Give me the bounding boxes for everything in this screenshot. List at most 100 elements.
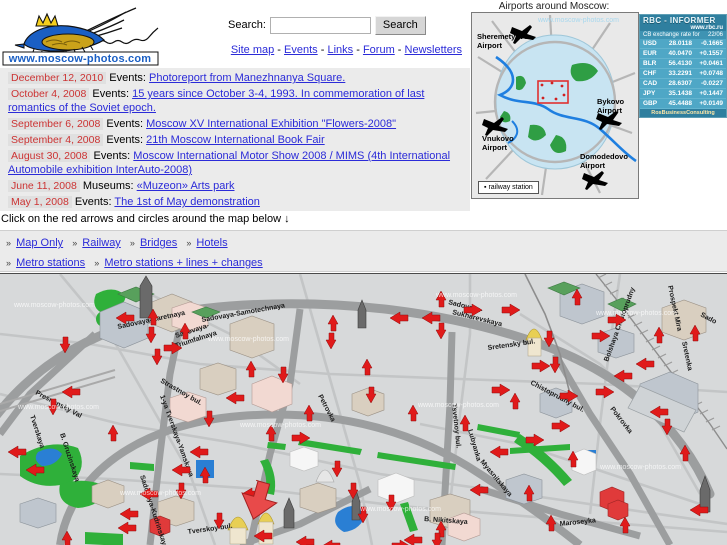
page-root: www.moscow-photos.com Search: Search Sit…: [0, 0, 727, 545]
news-item: August 30, 2008 Events: Moscow Internati…: [0, 148, 470, 178]
currency-change: -0.1665: [695, 39, 726, 49]
currency-code: CAD: [640, 78, 661, 89]
railway-station-legend: ▪ railway station: [478, 181, 539, 194]
news-item: June 11, 2008 Museums: «Muzeon» Arts par…: [0, 178, 470, 194]
map-link-bridges[interactable]: Bridges: [140, 237, 177, 249]
top-section: www.moscow-photos.com Search: Search Sit…: [0, 0, 727, 211]
currency-table: USD 28.0118 -0.1665 EUR 40.0470 +0.1557 …: [640, 39, 726, 109]
news-title-link[interactable]: Photoreport from Manezhnanya Square.: [149, 72, 345, 84]
nav-item-site-map[interactable]: Site map: [231, 44, 274, 56]
nav-item-forum[interactable]: Forum: [363, 44, 395, 56]
news-title-link[interactable]: «Muzeon» Arts park: [137, 180, 235, 192]
rbc-footer: RosBusinessConsulting: [640, 109, 726, 117]
news-date: August 30, 2008: [8, 150, 91, 162]
moscow-center-map-graphic: Gruzinsky Val Presnensky Val B. Gruzinsk…: [0, 274, 727, 545]
bullet-icon: »: [72, 238, 78, 248]
rbc-rate-label: CB exchange rate for: [643, 32, 700, 38]
news-item: December 12, 2010 Events: Photoreport fr…: [0, 70, 470, 86]
table-row: GBP 45.4488 +0.0149: [640, 98, 726, 109]
table-row: BLR 56.4130 +0.0461: [640, 58, 726, 69]
news-item: October 4, 2008 Events: 15 years since O…: [0, 86, 470, 116]
currency-change: -0.0227: [695, 78, 726, 89]
table-row: CHF 33.2291 +0.0748: [640, 68, 726, 79]
rbc-informer-widget[interactable]: RBC - INFORMER www.rbc.ru CB exchange ra…: [639, 14, 727, 118]
news-title-link[interactable]: 21th Moscow International Book Fair: [146, 134, 325, 146]
table-row: JPY 35.1438 +0.1447: [640, 88, 726, 99]
nav-item-events[interactable]: Events: [284, 44, 318, 56]
airport-label-bykovo: Bykovo Airport: [597, 97, 625, 115]
legend-square-icon: ▪: [484, 184, 487, 191]
search-button[interactable]: Search: [374, 15, 426, 35]
search-label: Search:: [228, 19, 266, 31]
news-date: December 12, 2010: [8, 72, 107, 84]
currency-change: +0.0461: [695, 58, 726, 69]
moscow-center-map[interactable]: Gruzinsky Val Presnensky Val B. Gruzinsk…: [0, 273, 727, 545]
news-date: September 6, 2008: [8, 118, 104, 130]
rbc-rate-header: CB exchange rate for 22/06: [640, 31, 726, 39]
top-nav: Site map - Events - Links - Forum - News…: [0, 44, 466, 56]
bullet-icon: »: [6, 238, 12, 248]
map-links-row-1: » Map Only » Railway » Bridges » Hotels: [6, 237, 234, 249]
currency-value: 56.4130: [660, 58, 696, 69]
airport-label-vnukovo: Vnukovo Airport: [482, 134, 514, 152]
currency-value: 45.4488: [660, 98, 696, 109]
news-category: Events:: [92, 88, 130, 100]
currency-code: BLR: [640, 58, 661, 69]
search-area: Search: Search: [228, 14, 463, 36]
currency-change: +0.1447: [695, 88, 726, 99]
news-item: September 4, 2008 Events: 21th Moscow In…: [0, 132, 470, 148]
news-date: June 11, 2008: [8, 180, 80, 192]
search-input[interactable]: [269, 16, 371, 34]
table-row: USD 28.0118 -0.1665: [640, 39, 726, 49]
nav-separator: -: [356, 44, 360, 56]
airports-map-section: Airports around Moscow: www.moscow-photo…: [466, 0, 642, 200]
rbc-title: RBC - INFORMER: [643, 16, 716, 25]
table-row: CAD 28.6307 -0.0227: [640, 78, 726, 89]
nav-item-newsletters[interactable]: Newsletters: [405, 44, 462, 56]
nav-separator: -: [277, 44, 281, 56]
news-category: Events:: [93, 150, 131, 162]
news-item: September 6, 2008 Events: Moscow XV Inte…: [0, 116, 470, 132]
bullet-icon: »: [6, 258, 12, 268]
airport-label-sheremetyevo: Sheremetyevo Airport: [477, 32, 529, 50]
news-category: Events:: [74, 196, 112, 208]
news-category: Museums:: [82, 180, 134, 192]
bullet-icon: »: [186, 238, 192, 248]
airports-map[interactable]: www.moscow-photos.com Sheremetyevo Airpo…: [471, 12, 639, 199]
nav-separator: -: [320, 44, 325, 56]
currency-code: EUR: [640, 48, 661, 59]
currency-change: +0.0748: [695, 68, 726, 79]
nav-item-links[interactable]: Links: [327, 44, 353, 56]
map-link-map-only[interactable]: Map Only: [16, 237, 63, 249]
map-link-metro-stations-lines-changes[interactable]: Metro stations + lines + changes: [104, 257, 262, 269]
airport-label-domodedovo: Domodedovo Airport: [580, 152, 628, 170]
legend-label: railway station: [488, 184, 533, 191]
currency-value: 33.2291: [660, 68, 696, 79]
currency-value: 35.1438: [660, 88, 696, 99]
currency-change: +0.1557: [695, 48, 726, 59]
rbc-rate-date: 22/06: [707, 32, 723, 38]
bullet-icon: »: [129, 238, 135, 248]
news-title-link[interactable]: Moscow XV International Exhibition "Flow…: [146, 118, 396, 130]
currency-code: CHF: [640, 68, 661, 79]
news-category: Events:: [106, 134, 144, 146]
news-list: December 12, 2010 Events: Photoreport fr…: [0, 70, 470, 210]
map-link-railway[interactable]: Railway: [82, 237, 121, 249]
currency-change: +0.0149: [695, 98, 726, 109]
news-category: Events:: [106, 118, 144, 130]
nav-separator: -: [397, 44, 402, 56]
currency-value: 28.0118: [660, 39, 696, 49]
airports-map-title: Airports around Moscow:: [498, 1, 610, 12]
currency-value: 40.0470: [660, 48, 696, 59]
news-title-link[interactable]: The 1st of May demonstration: [114, 196, 260, 208]
bullet-icon: »: [94, 258, 100, 268]
map-link-metro-stations[interactable]: Metro stations: [16, 257, 85, 269]
map-links-bar: » Map Only » Railway » Bridges » Hotels …: [0, 230, 727, 272]
news-date: October 4, 2008: [8, 88, 90, 100]
news-category: Events:: [109, 72, 146, 84]
site-logo[interactable]: www.moscow-photos.com: [2, 2, 159, 66]
map-link-hotels[interactable]: Hotels: [196, 237, 227, 249]
news-date: May 1, 2008: [8, 196, 72, 208]
table-row: EUR 40.0470 +0.1557: [640, 48, 726, 59]
currency-code: GBP: [640, 98, 661, 109]
